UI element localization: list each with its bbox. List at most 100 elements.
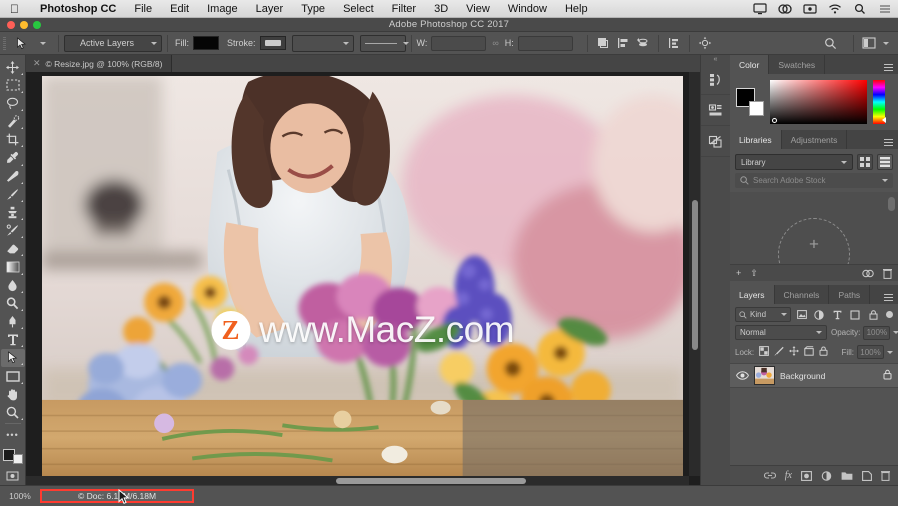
grid-view-icon[interactable]	[857, 154, 873, 170]
rectangle-tool[interactable]	[1, 367, 25, 385]
chevron-down-icon[interactable]	[893, 331, 898, 334]
panel-menu-icon[interactable]	[878, 55, 898, 74]
tab-swatches[interactable]: Swatches	[769, 55, 825, 74]
library-search-field[interactable]: Search Adobe Stock	[735, 173, 893, 188]
add-element-icon[interactable]: +	[736, 268, 741, 278]
close-tab-icon[interactable]: ✕	[33, 58, 41, 69]
background-color-swatch[interactable]	[13, 454, 23, 464]
opacity-input[interactable]: 100%	[863, 326, 890, 340]
menu-item-select[interactable]: Select	[334, 0, 383, 18]
stroke-style-dropdown[interactable]	[360, 35, 406, 52]
menu-item-file[interactable]: File	[125, 0, 161, 18]
dodge-tool[interactable]	[1, 294, 25, 312]
search-icon[interactable]	[820, 34, 840, 53]
menu-item-type[interactable]: Type	[292, 0, 334, 18]
library-empty-area[interactable]: +	[730, 192, 898, 264]
filter-type-icon[interactable]	[830, 307, 844, 322]
lock-artboard-icon[interactable]	[804, 346, 814, 358]
tab-adjustments[interactable]: Adjustments	[782, 130, 848, 149]
path-arrangement-icon[interactable]	[633, 34, 653, 53]
new-group-icon[interactable]	[841, 471, 853, 481]
canvas-vertical-scrollbar[interactable]	[689, 72, 700, 476]
screen-record-icon[interactable]	[803, 3, 817, 15]
tab-color[interactable]: Color	[730, 55, 769, 74]
path-operations-icon[interactable]	[593, 34, 613, 53]
menu-item-filter[interactable]: Filter	[383, 0, 425, 18]
stroke-color-swatch[interactable]	[260, 36, 286, 50]
fill-color-swatch[interactable]	[193, 36, 219, 50]
layer-filter-kind-dropdown[interactable]: Kind	[735, 307, 791, 322]
menu-item-image[interactable]: Image	[198, 0, 247, 18]
properties-panel-icon[interactable]	[701, 95, 731, 126]
layer-mask-icon[interactable]	[801, 471, 812, 481]
adjustment-layer-icon[interactable]	[821, 471, 832, 481]
link-chain-icon[interactable]: ∞	[492, 38, 498, 48]
chevron-down-icon[interactable]	[887, 351, 893, 354]
lock-position-icon[interactable]	[789, 346, 799, 358]
lock-all-icon[interactable]	[819, 346, 828, 358]
link-layers-icon[interactable]	[764, 471, 776, 480]
height-input[interactable]	[518, 36, 573, 51]
panel-menu-icon[interactable]	[878, 130, 898, 149]
add-asset-plus-icon[interactable]: +	[809, 236, 819, 253]
pen-tool[interactable]	[1, 312, 25, 330]
list-view-icon[interactable]	[877, 154, 893, 170]
rectangular-marquee-tool[interactable]	[1, 76, 25, 94]
eyedropper-tool[interactable]	[1, 149, 25, 167]
collapse-panels-icon[interactable]: «	[701, 55, 730, 64]
document-image[interactable]: Z www.MacZ.com	[42, 76, 683, 476]
display-icon[interactable]	[753, 3, 767, 15]
background-color-swatch[interactable]	[749, 101, 764, 116]
menu-item-3d[interactable]: 3D	[425, 0, 457, 18]
document-tab-resize-jpg[interactable]: ✕ © Resize.jpg @ 100% (RGB/8)	[26, 55, 172, 72]
chevron-down-icon[interactable]	[882, 179, 888, 182]
tool-preset-chevron-icon[interactable]	[33, 34, 53, 53]
delete-layer-icon[interactable]	[881, 470, 890, 481]
menu-item-photoshop[interactable]: Photoshop CC	[31, 0, 125, 18]
sync-cloud-icon[interactable]	[862, 269, 874, 278]
filter-smart-object-icon[interactable]	[866, 307, 880, 322]
lasso-tool[interactable]	[1, 94, 25, 112]
menu-item-layer[interactable]: Layer	[247, 0, 293, 18]
panel-menu-icon[interactable]	[878, 285, 898, 304]
clone-stamp-tool[interactable]	[1, 203, 25, 221]
workspace-chevron-icon[interactable]	[879, 34, 893, 53]
horizontal-type-tool[interactable]	[1, 331, 25, 349]
color-picker-field[interactable]	[770, 80, 867, 124]
blend-mode-dropdown[interactable]: Normal	[735, 325, 827, 340]
history-panel-icon[interactable]	[701, 64, 731, 95]
menu-item-edit[interactable]: Edit	[161, 0, 198, 18]
spot-healing-brush-tool[interactable]	[1, 167, 25, 185]
delete-icon[interactable]	[883, 268, 892, 279]
canvas-horizontal-scrollbar[interactable]	[26, 476, 689, 485]
path-selection-tool[interactable]	[1, 349, 25, 367]
wifi-icon[interactable]	[828, 3, 842, 15]
hue-slider[interactable]	[873, 80, 885, 124]
apple-logo-icon[interactable]: 	[10, 3, 19, 15]
zoom-level[interactable]: 100%	[0, 491, 40, 501]
upload-icon[interactable]: ⇧	[750, 268, 758, 279]
options-bar-grip[interactable]	[0, 32, 9, 54]
lock-icon[interactable]	[883, 369, 892, 382]
brush-tool[interactable]	[1, 185, 25, 203]
width-input[interactable]	[431, 36, 486, 51]
device-preview-icon[interactable]	[701, 126, 731, 157]
layer-name[interactable]: Background	[780, 371, 825, 381]
creative-cloud-icon[interactable]	[778, 3, 792, 15]
menu-item-help[interactable]: Help	[556, 0, 597, 18]
tab-channels[interactable]: Channels	[775, 285, 830, 304]
scrollbar-thumb[interactable]	[692, 200, 698, 350]
color-foreground-background[interactable]	[736, 88, 764, 116]
filter-image-icon[interactable]	[795, 307, 809, 322]
lock-image-icon[interactable]	[774, 346, 784, 358]
layer-select-dropdown[interactable]: Active Layers	[64, 35, 162, 52]
foreground-background-color[interactable]	[3, 449, 23, 464]
move-tool-icon[interactable]	[9, 34, 33, 53]
menu-item-view[interactable]: View	[457, 0, 499, 18]
menu-item-window[interactable]: Window	[499, 0, 556, 18]
eraser-tool[interactable]	[1, 240, 25, 258]
list-menu-icon[interactable]	[878, 3, 892, 15]
move-tool[interactable]	[1, 58, 25, 76]
path-alignment-icon[interactable]	[613, 34, 633, 53]
stroke-width-field[interactable]	[292, 35, 354, 52]
